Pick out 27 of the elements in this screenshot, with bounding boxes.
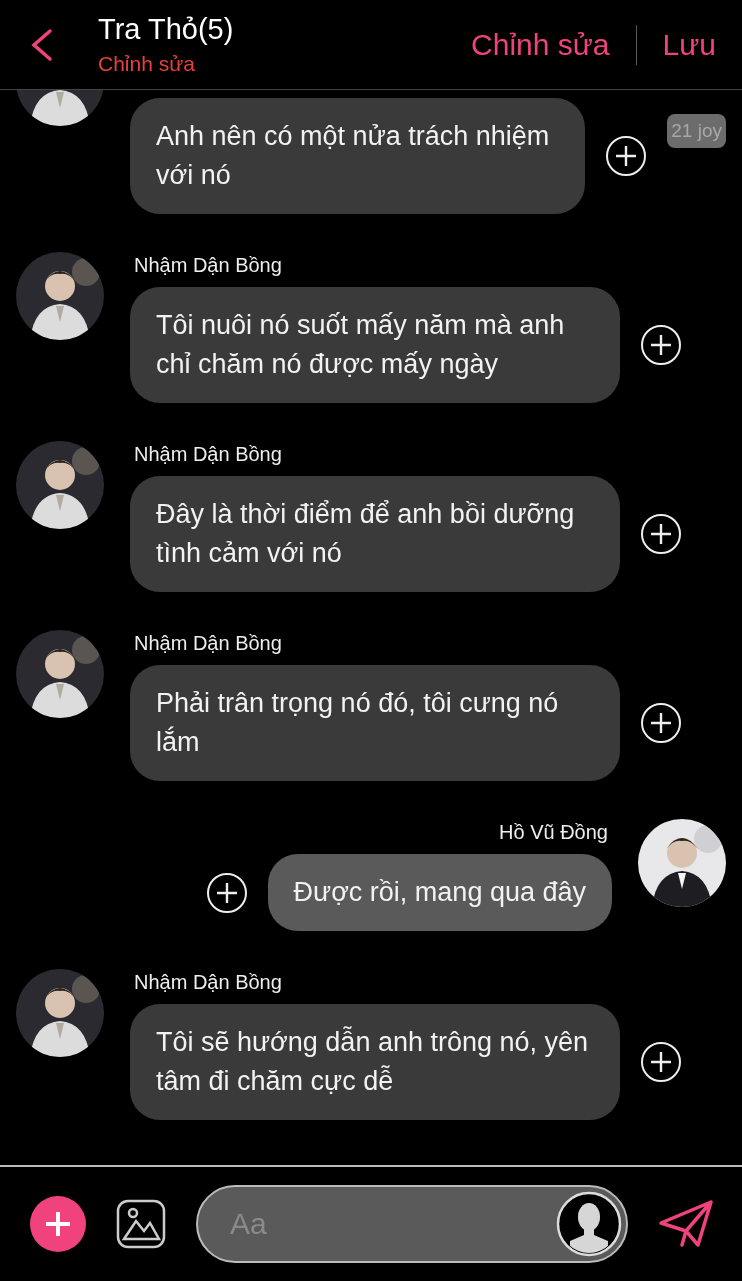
- sender-name: Nhậm Dận Bồng: [133, 443, 283, 466]
- chat-title: Tra Thỏ(5): [98, 13, 235, 46]
- add-circle-icon[interactable]: [205, 871, 248, 914]
- add-circle-icon[interactable]: [640, 513, 682, 555]
- message-bubble: Tôi sẽ hướng dẫn anh trông nó, yên tâm đi chăm cực dễ: [130, 1004, 620, 1120]
- sender-name: Nhậm Dận Bồng: [133, 254, 283, 277]
- add-circle-icon[interactable]: [605, 135, 648, 177]
- header-action[interactable]: Chỉnh sửa: [467, 27, 614, 62]
- message-bubble: Đây là thời điểm để anh bồi dưỡng tình cảm với nó: [130, 476, 620, 592]
- message-bubble: Tôi nuôi nó suốt mấy năm mà anh chỉ chăm nó được mấy ngày: [130, 287, 620, 403]
- sender-name: Nhậm Dận Bồng: [133, 632, 283, 655]
- send-icon[interactable]: [658, 1199, 714, 1249]
- image-icon[interactable]: [116, 1199, 166, 1249]
- add-circle-icon[interactable]: [640, 702, 682, 744]
- add-button[interactable]: [30, 1196, 86, 1252]
- time-label: 21 joy: [667, 114, 726, 148]
- message-bubble: Được rồi, mang qua đây: [267, 854, 612, 931]
- message-bubble: Anh nên có một nửa trách nhiệm với nó: [130, 98, 586, 214]
- add-circle-icon[interactable]: [640, 1041, 682, 1083]
- plus-icon: [44, 1210, 72, 1238]
- chat-subtitle: Chỉnh sửa: [98, 52, 196, 76]
- add-circle-icon[interactable]: [640, 324, 682, 366]
- sender-name: Hồ Vũ Đồng: [498, 821, 609, 844]
- sender-name: Nhậm Dận Bồng: [133, 971, 283, 994]
- header-action[interactable]: Lưu: [658, 27, 720, 62]
- message-bubble: Phải trân trọng nó đó, tôi cưng nó lắm: [130, 665, 620, 781]
- person-avatar-icon[interactable]: [556, 1191, 622, 1257]
